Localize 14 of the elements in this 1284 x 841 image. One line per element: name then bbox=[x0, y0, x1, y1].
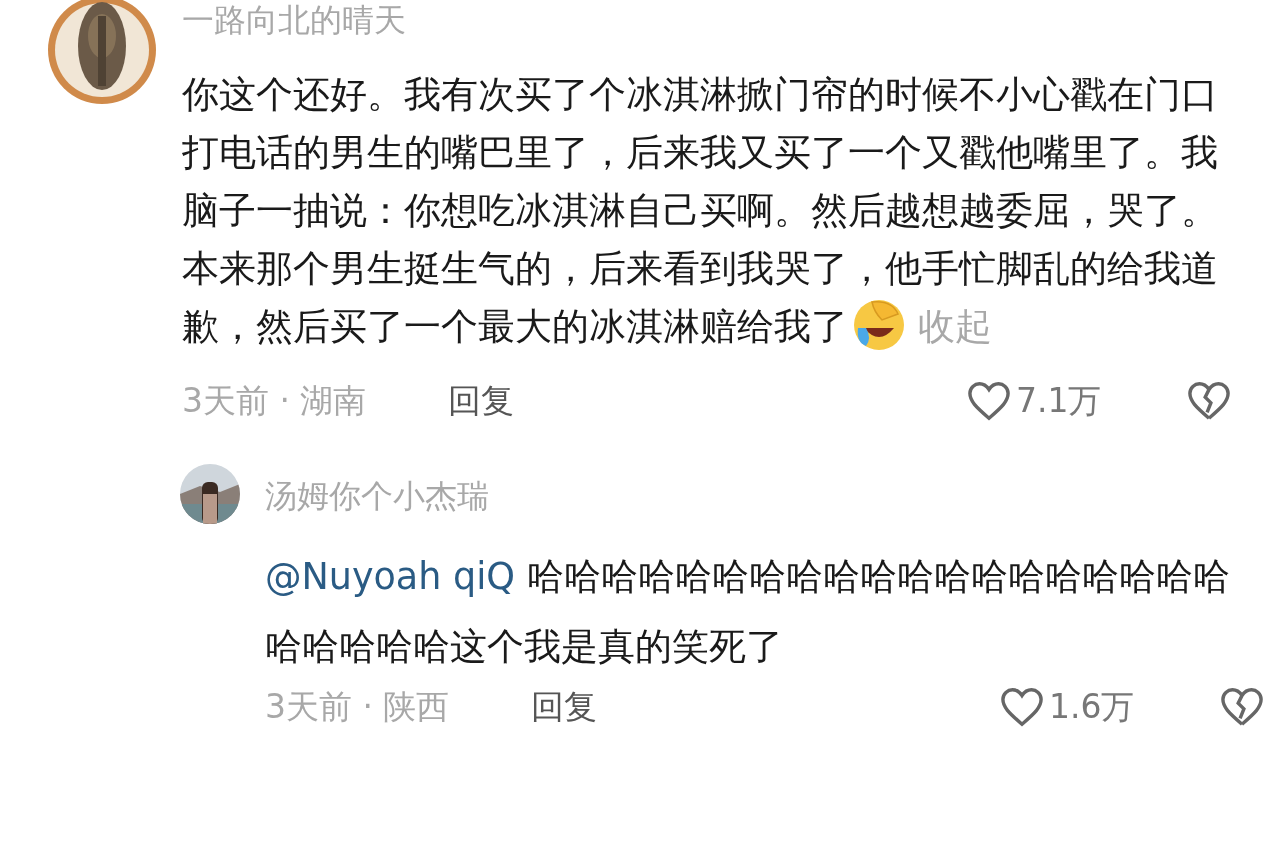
heart-icon[interactable] bbox=[999, 686, 1045, 728]
reply-button[interactable]: 回复 bbox=[531, 682, 597, 732]
broken-heart-icon[interactable] bbox=[1219, 686, 1265, 728]
facepalm-laughing-emoji-icon bbox=[852, 297, 906, 352]
reply-text: @Nuyoah qiQ 哈哈哈哈哈哈哈哈哈哈哈哈哈哈哈哈哈哈哈哈哈哈哈哈这个我是真的笑死了 bbox=[265, 554, 1231, 670]
broken-heart-icon[interactable] bbox=[1186, 380, 1232, 422]
heart-icon[interactable] bbox=[966, 380, 1012, 422]
comment-time-location: 3天前 · 陕西 bbox=[265, 686, 451, 729]
comment-time-location: 3天前 · 湖南 bbox=[182, 380, 368, 423]
like-count: 7.1万 bbox=[1016, 380, 1103, 423]
mention-link[interactable]: @Nuyoah qiQ bbox=[265, 555, 515, 598]
reply-button[interactable]: 回复 bbox=[448, 376, 514, 426]
comment-text: 你这个还好。我有次买了个冰淇淋掀门帘的时候不小心戳在门口打电话的男生的嘴巴里了，后来我又买了一个又戳他嘴里了。我脑子一抽说：你想吃冰淇淋自己买啊。然后越想越委屈，哭了。本来那个男生挺生气的，后来看到我哭了，他手忙脚乱的给我道歉，然后买了一个最大的冰淇淋赔给我了 收起 bbox=[182, 66, 1232, 356]
like-count: 1.6万 bbox=[1049, 686, 1136, 729]
